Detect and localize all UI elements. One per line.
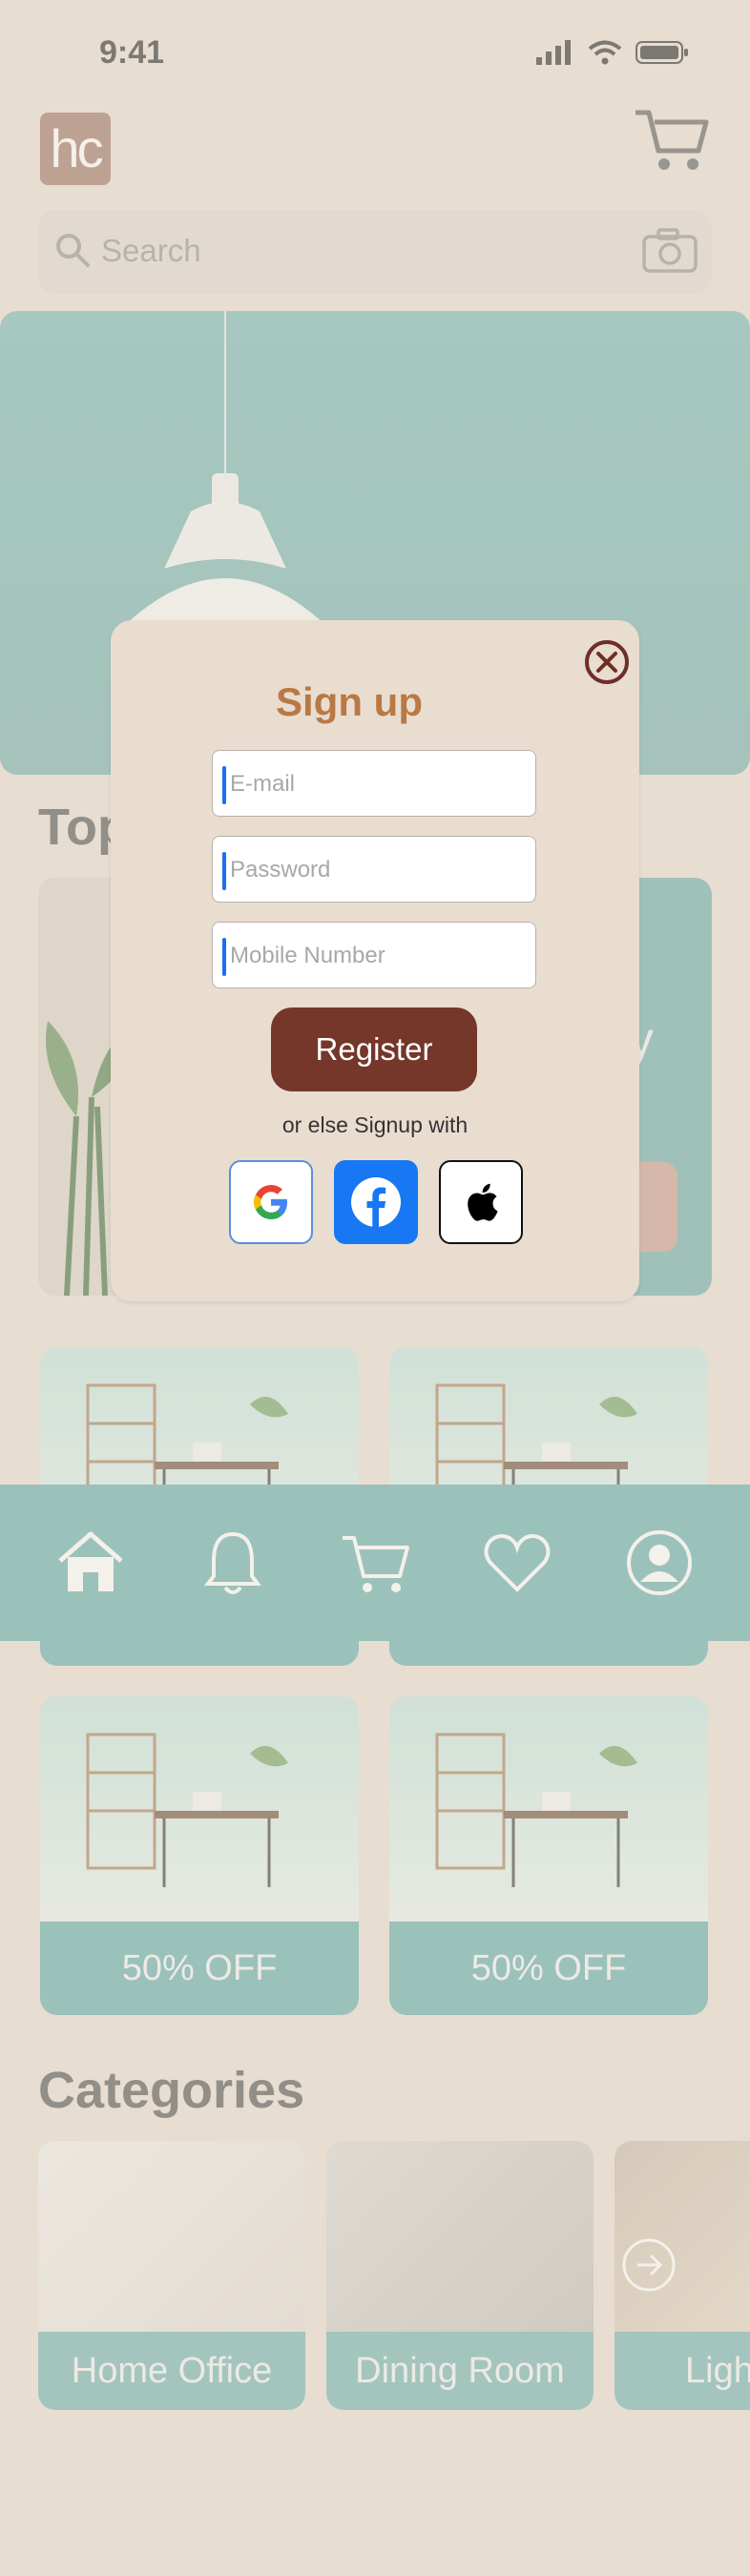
social-buttons — [229, 1160, 523, 1244]
mobile-field[interactable] — [212, 922, 536, 988]
signup-modal: Sign up Register or else Signup with — [111, 620, 639, 1301]
password-field[interactable] — [212, 836, 536, 903]
email-field[interactable] — [212, 750, 536, 817]
apple-icon — [468, 1183, 498, 1221]
apple-signup-button[interactable] — [439, 1160, 523, 1244]
text-caret — [222, 938, 226, 976]
email-input[interactable] — [230, 762, 526, 806]
facebook-signup-button[interactable] — [334, 1160, 418, 1244]
text-caret — [222, 852, 226, 890]
social-signup-label: or else Signup with — [281, 1112, 469, 1137]
google-icon — [254, 1185, 287, 1219]
close-icon[interactable] — [584, 639, 630, 685]
register-button[interactable]: Register — [271, 1008, 477, 1091]
google-signup-button[interactable] — [229, 1160, 313, 1244]
password-input[interactable] — [230, 848, 526, 892]
modal-title: Sign up — [276, 679, 423, 724]
text-caret — [222, 766, 226, 804]
facebook-icon — [351, 1177, 401, 1227]
mobile-input[interactable] — [230, 934, 526, 978]
